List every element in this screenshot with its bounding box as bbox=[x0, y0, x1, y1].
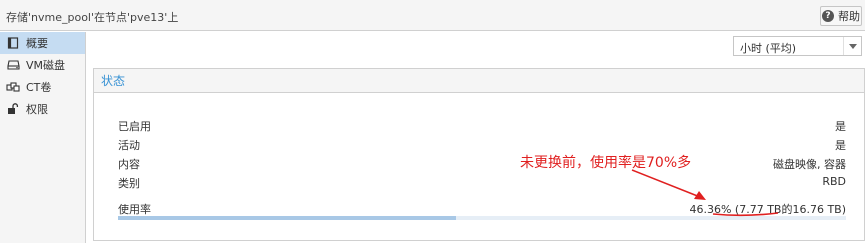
main-content: 小时 (平均) 状态 已启用 是 活动 是 内容 磁盘映像, 容器 类别 RBD… bbox=[87, 32, 865, 243]
hdd-icon bbox=[6, 58, 20, 72]
sidebar-item-label: 概要 bbox=[26, 37, 48, 50]
timeframe-value: 小时 (平均) bbox=[740, 42, 797, 55]
sidebar-item-label: 权限 bbox=[26, 103, 48, 116]
status-row-enabled: 已启用 是 bbox=[118, 118, 846, 134]
row-label: 已启用 bbox=[118, 120, 151, 133]
row-value: 是 bbox=[835, 120, 846, 133]
row-value: 磁盘映像, 容器 bbox=[773, 158, 846, 171]
usage-progress-bar bbox=[118, 216, 846, 220]
row-label: 类别 bbox=[118, 177, 140, 190]
status-row-type: 类别 RBD bbox=[118, 175, 846, 191]
annotation-text: 未更换前，使用率是70%多 bbox=[520, 155, 692, 171]
usage-label: 使用率 bbox=[118, 203, 151, 216]
sidebar: 概要 VM磁盘 CT卷 权限 bbox=[0, 32, 86, 243]
book-icon bbox=[6, 36, 20, 50]
status-row-usage: 使用率 46.36% (7.77 TB的16.76 TB) bbox=[118, 201, 846, 217]
status-panel: 状态 已启用 是 活动 是 内容 磁盘映像, 容器 类别 RBD 使用率 46.… bbox=[93, 68, 865, 241]
usage-progress-fill bbox=[118, 216, 456, 220]
sidebar-item-ct-volumes[interactable]: CT卷 bbox=[0, 76, 85, 98]
status-panel-title: 状态 bbox=[101, 74, 126, 88]
unlock-icon bbox=[6, 102, 20, 116]
chevron-down-icon[interactable] bbox=[843, 37, 861, 55]
help-button-label: 帮助 bbox=[838, 10, 860, 23]
usage-value: 46.36% (7.77 TB的16.76 TB) bbox=[689, 203, 846, 216]
container-icon bbox=[6, 80, 20, 94]
help-icon: ? bbox=[822, 10, 834, 22]
window-title: 存储'nvme_pool'在节点'pve13'上 bbox=[6, 11, 179, 24]
status-row-active: 活动 是 bbox=[118, 137, 846, 153]
sidebar-item-summary[interactable]: 概要 bbox=[0, 32, 85, 54]
sidebar-item-vm-disks[interactable]: VM磁盘 bbox=[0, 54, 85, 76]
help-button[interactable]: ? 帮助 bbox=[820, 6, 862, 26]
timeframe-select[interactable]: 小时 (平均) bbox=[733, 36, 862, 56]
row-label: 活动 bbox=[118, 139, 140, 152]
sidebar-item-label: CT卷 bbox=[26, 81, 52, 94]
status-panel-header: 状态 bbox=[94, 69, 864, 93]
sidebar-item-label: VM磁盘 bbox=[26, 59, 66, 72]
row-value: RBD bbox=[822, 175, 846, 188]
status-row-content: 内容 磁盘映像, 容器 bbox=[118, 156, 846, 172]
row-label: 内容 bbox=[118, 158, 140, 171]
row-value: 是 bbox=[835, 139, 846, 152]
window-header: 存储'nvme_pool'在节点'pve13'上 ? 帮助 bbox=[0, 0, 865, 31]
sidebar-item-permissions[interactable]: 权限 bbox=[0, 98, 85, 120]
